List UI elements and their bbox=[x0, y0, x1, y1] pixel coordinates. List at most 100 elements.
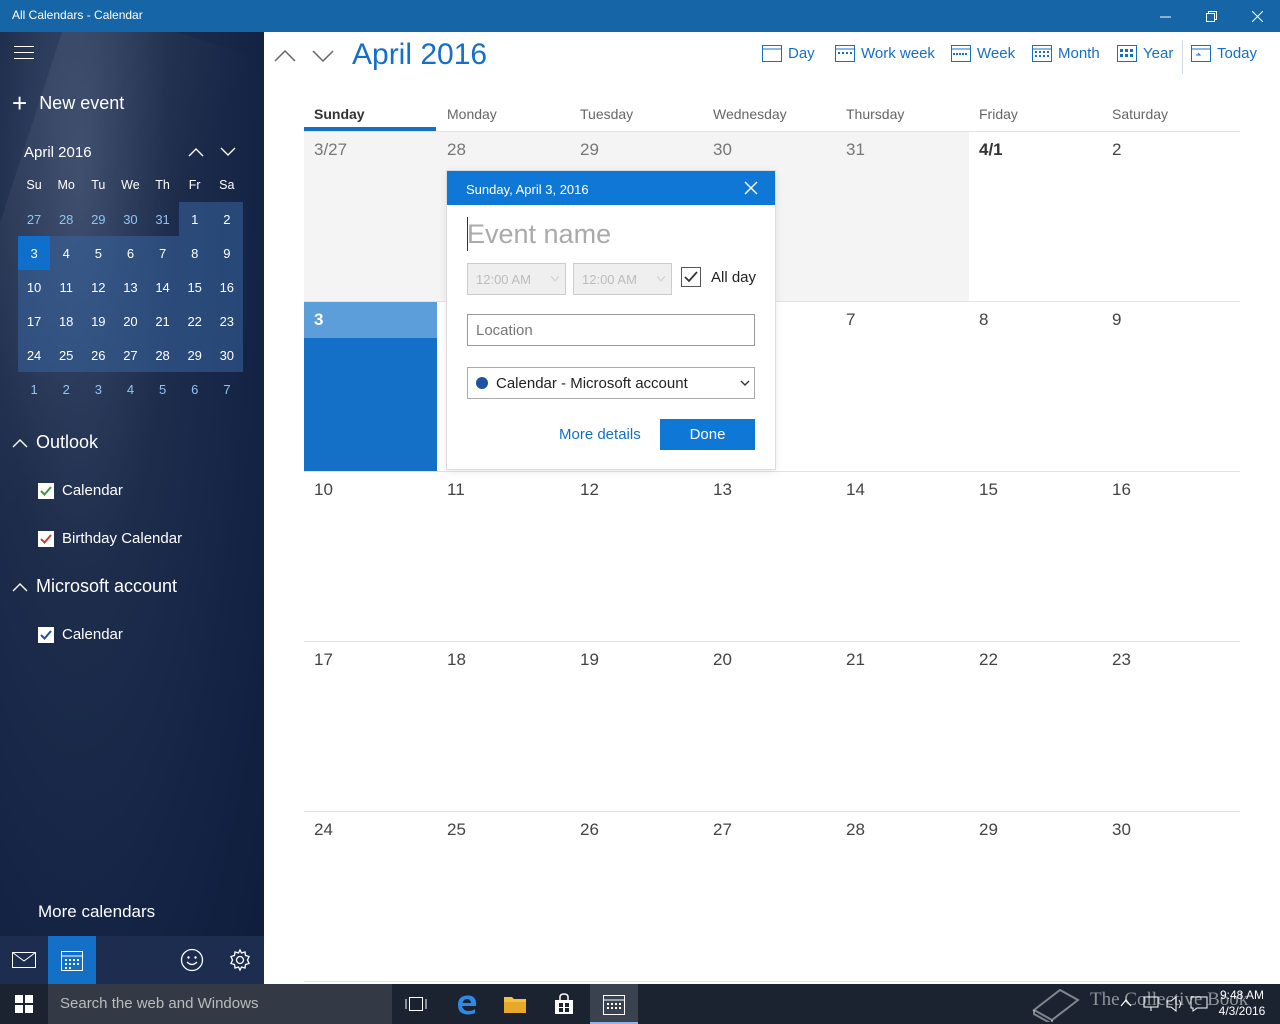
day-cell[interactable]: 3 bbox=[304, 302, 437, 472]
settings-button[interactable] bbox=[216, 936, 264, 984]
calendar-toggle-birthday[interactable]: Birthday Calendar bbox=[38, 530, 182, 547]
day-cell[interactable]: 12 bbox=[570, 472, 703, 642]
mini-day[interactable]: 26 bbox=[82, 338, 115, 372]
mini-prev-month-button[interactable] bbox=[184, 140, 208, 164]
mini-day[interactable]: 9 bbox=[210, 236, 243, 270]
checkbox-icon[interactable] bbox=[38, 530, 54, 547]
day-cell[interactable]: 22 bbox=[969, 642, 1102, 812]
day-cell[interactable]: 7 bbox=[836, 302, 969, 472]
calendar-select[interactable]: Calendar - Microsoft account bbox=[467, 367, 755, 399]
end-time-select[interactable]: 12:00 AM bbox=[573, 263, 672, 295]
mini-day[interactable]: 6 bbox=[179, 372, 211, 406]
mini-day[interactable]: 29 bbox=[178, 338, 211, 372]
mini-day[interactable]: 13 bbox=[114, 270, 147, 304]
all-day-checkbox[interactable]: All day bbox=[681, 267, 756, 287]
today-button[interactable]: Today bbox=[1191, 44, 1257, 62]
mini-day[interactable]: 23 bbox=[210, 304, 243, 338]
day-cell[interactable]: 24 bbox=[304, 812, 437, 982]
done-button[interactable]: Done bbox=[660, 419, 755, 450]
store-button[interactable] bbox=[540, 984, 588, 1024]
task-view-button[interactable] bbox=[392, 984, 440, 1024]
mini-day[interactable]: 3 bbox=[18, 236, 51, 270]
day-cell[interactable]: 11 bbox=[437, 472, 570, 642]
day-cell[interactable]: 17 bbox=[304, 642, 437, 812]
mini-day[interactable]: 21 bbox=[146, 304, 179, 338]
view-year-button[interactable]: Year bbox=[1117, 44, 1173, 62]
mini-day[interactable]: 2 bbox=[50, 372, 82, 406]
day-cell[interactable]: 29 bbox=[969, 812, 1102, 982]
checkbox-icon[interactable] bbox=[38, 626, 54, 643]
group-outlook[interactable]: Outlook bbox=[12, 432, 98, 453]
network-icon[interactable] bbox=[1143, 996, 1159, 1012]
day-cell[interactable]: 4/1 bbox=[969, 132, 1102, 302]
feedback-button[interactable] bbox=[168, 936, 216, 984]
view-workweek-button[interactable]: Work week bbox=[835, 44, 935, 62]
mini-day[interactable]: 27 bbox=[114, 338, 147, 372]
calendar-toggle-outlook-calendar[interactable]: Calendar bbox=[38, 482, 123, 499]
taskbar-search-input[interactable]: Search the web and Windows bbox=[48, 984, 392, 1024]
day-cell[interactable]: 21 bbox=[836, 642, 969, 812]
more-calendars-link[interactable]: More calendars bbox=[38, 902, 155, 922]
mini-next-month-button[interactable] bbox=[216, 140, 240, 164]
next-month-button[interactable] bbox=[308, 44, 338, 68]
hamburger-menu-icon[interactable] bbox=[14, 46, 34, 60]
mini-day[interactable]: 19 bbox=[82, 304, 115, 338]
mini-day[interactable]: 27 bbox=[18, 202, 50, 236]
day-cell[interactable]: 2 bbox=[1102, 132, 1235, 302]
day-cell[interactable]: 8 bbox=[969, 302, 1102, 472]
mini-day[interactable]: 25 bbox=[50, 338, 83, 372]
day-cell[interactable]: 9 bbox=[1102, 302, 1235, 472]
calendar-taskbar-button[interactable] bbox=[590, 984, 638, 1024]
day-cell[interactable]: 14 bbox=[836, 472, 969, 642]
volume-icon[interactable] bbox=[1166, 996, 1184, 1012]
new-event-button[interactable]: + New event bbox=[12, 90, 124, 116]
mini-day[interactable]: 6 bbox=[114, 236, 147, 270]
more-details-link[interactable]: More details bbox=[559, 426, 641, 443]
restore-button[interactable] bbox=[1188, 0, 1234, 32]
day-cell[interactable]: 20 bbox=[703, 642, 836, 812]
mini-day[interactable]: 11 bbox=[50, 270, 83, 304]
mini-day[interactable]: 7 bbox=[146, 236, 179, 270]
action-center-icon[interactable] bbox=[1190, 996, 1208, 1012]
day-cell[interactable]: 25 bbox=[437, 812, 570, 982]
mini-day[interactable]: 12 bbox=[82, 270, 115, 304]
mini-day[interactable]: 10 bbox=[18, 270, 51, 304]
view-week-button[interactable]: Week bbox=[951, 44, 1015, 62]
day-cell[interactable]: 23 bbox=[1102, 642, 1235, 812]
mini-day[interactable]: 8 bbox=[178, 236, 211, 270]
chevron-up-icon[interactable] bbox=[1120, 998, 1132, 1008]
taskbar-clock[interactable]: 9:48 AM 4/3/2016 bbox=[1212, 987, 1272, 1019]
day-cell[interactable]: 27 bbox=[703, 812, 836, 982]
day-cell[interactable]: 13 bbox=[703, 472, 836, 642]
mini-day[interactable]: 30 bbox=[210, 338, 243, 372]
mini-day[interactable]: 20 bbox=[114, 304, 147, 338]
day-cell[interactable]: 16 bbox=[1102, 472, 1235, 642]
view-month-button[interactable]: Month bbox=[1032, 44, 1100, 62]
mini-day[interactable]: 4 bbox=[50, 236, 83, 270]
mini-day[interactable]: 30 bbox=[114, 202, 146, 236]
mini-day[interactable]: 14 bbox=[146, 270, 179, 304]
view-day-button[interactable]: Day bbox=[762, 44, 815, 62]
event-name-input[interactable]: Event name bbox=[467, 219, 611, 250]
mini-day[interactable]: 31 bbox=[147, 202, 179, 236]
start-time-select[interactable]: 12:00 AM bbox=[467, 263, 566, 295]
group-microsoft-account[interactable]: Microsoft account bbox=[12, 576, 177, 597]
mini-day[interactable]: 18 bbox=[50, 304, 83, 338]
day-cell[interactable]: 15 bbox=[969, 472, 1102, 642]
mini-day[interactable]: 4 bbox=[114, 372, 146, 406]
day-cell[interactable]: 10 bbox=[304, 472, 437, 642]
mail-button[interactable] bbox=[0, 936, 48, 984]
mini-day[interactable]: 5 bbox=[82, 236, 115, 270]
mini-day[interactable]: 17 bbox=[18, 304, 51, 338]
checkmark-icon[interactable] bbox=[681, 267, 701, 287]
mini-day[interactable]: 2 bbox=[210, 202, 243, 236]
day-cell[interactable]: 18 bbox=[437, 642, 570, 812]
location-input[interactable]: Location bbox=[467, 314, 755, 346]
mini-day[interactable]: 29 bbox=[82, 202, 114, 236]
mini-day[interactable]: 22 bbox=[178, 304, 211, 338]
day-cell[interactable]: 30 bbox=[1102, 812, 1235, 982]
calendar-toggle-microsoft-calendar[interactable]: Calendar bbox=[38, 626, 123, 643]
mini-day[interactable]: 1 bbox=[18, 372, 50, 406]
mini-day[interactable]: 7 bbox=[211, 372, 243, 406]
day-cell[interactable]: 3/27 bbox=[304, 132, 437, 302]
